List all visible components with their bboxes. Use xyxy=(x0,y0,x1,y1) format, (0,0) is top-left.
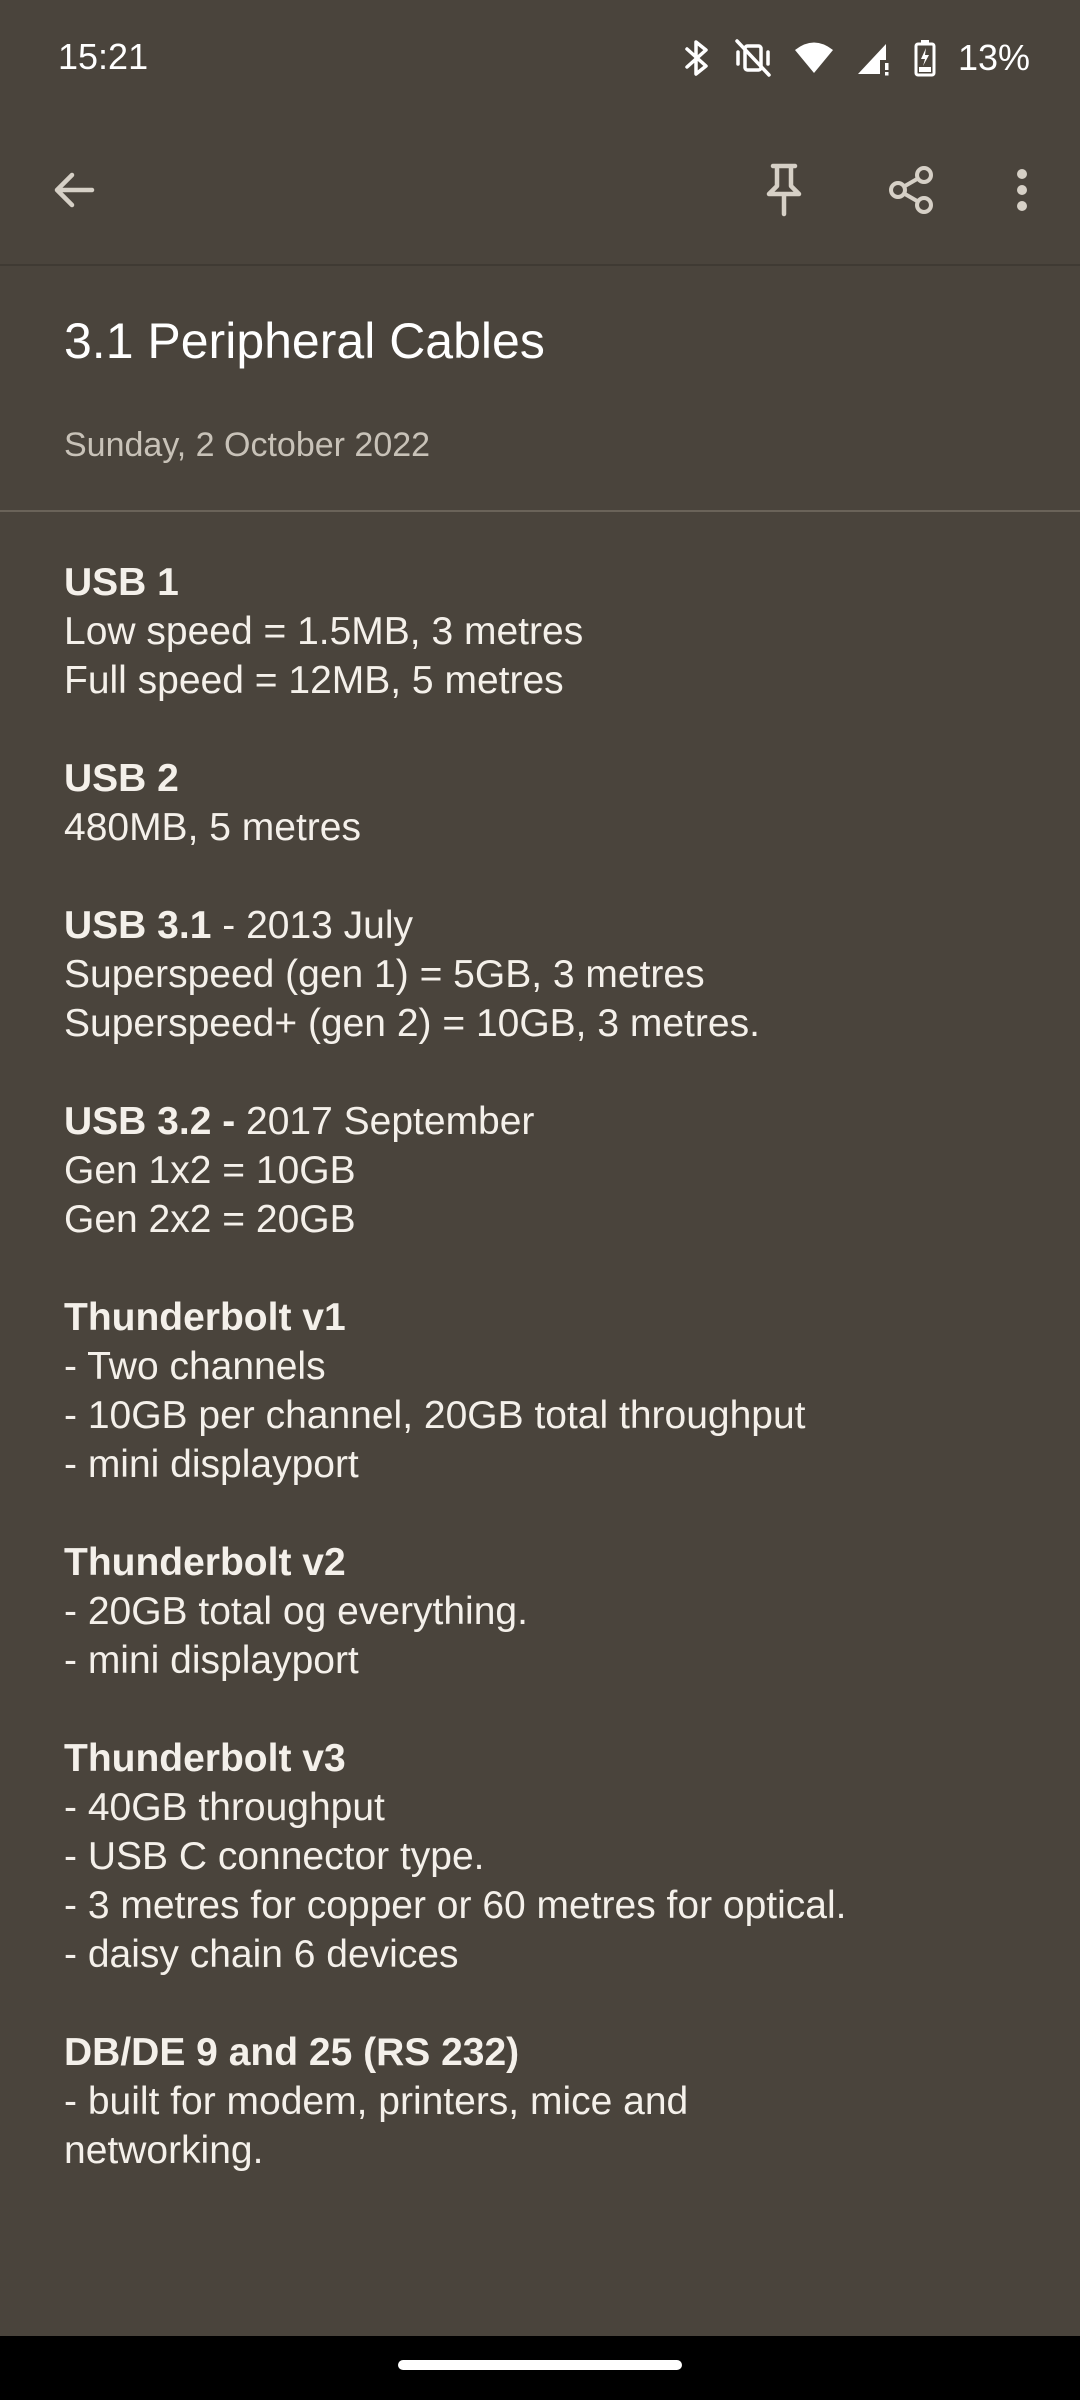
note-line: - daisy chain 6 devices xyxy=(64,1933,459,1976)
section-heading-suffix: - 2013 July xyxy=(211,904,414,947)
note-section: USB 2 480MB, 5 metres xyxy=(64,754,1024,852)
bluetooth-icon xyxy=(682,38,712,78)
note-line: - USB C connector type. xyxy=(64,1835,485,1878)
section-heading: Thunderbolt v1 xyxy=(64,1296,346,1339)
section-heading: Thunderbolt v3 xyxy=(64,1737,346,1780)
note-section: Thunderbolt v3 - 40GB throughput - USB C… xyxy=(64,1734,1024,1979)
note-line: - 20GB total og everything. xyxy=(64,1590,528,1633)
note-line: - 3 metres for copper or 60 metres for o… xyxy=(64,1884,847,1927)
note-line: Superspeed (gen 1) = 5GB, 3 metres xyxy=(64,953,705,996)
note-line: - Two channels xyxy=(64,1345,326,1388)
status-icons: 13% xyxy=(682,36,1030,80)
top-app-bar xyxy=(0,120,1080,264)
note-line: 480MB, 5 metres xyxy=(64,806,361,849)
more-vert-icon xyxy=(1014,166,1030,219)
status-time: 15:21 xyxy=(58,36,149,77)
section-heading: USB 1 xyxy=(64,561,179,604)
section-heading: DB/DE 9 and 25 (RS 232) xyxy=(64,2031,520,2074)
share-button[interactable] xyxy=(875,156,947,228)
note-title[interactable]: 3.1 Peripheral Cables xyxy=(64,312,545,370)
wifi-icon xyxy=(794,41,834,75)
mute-vibrate-icon xyxy=(734,38,772,78)
note-line: Low speed = 1.5MB, 3 metres xyxy=(64,610,584,653)
battery-percentage: 13% xyxy=(957,37,1030,78)
section-heading: Thunderbolt v2 xyxy=(64,1541,346,1584)
pin-icon xyxy=(760,162,808,223)
back-button[interactable] xyxy=(38,156,110,228)
note-line: Gen 2x2 = 20GB xyxy=(64,1198,356,1241)
note-line: - 40GB throughput xyxy=(64,1786,385,1829)
note-section: Thunderbolt v1 - Two channels - 10GB per… xyxy=(64,1293,1024,1489)
signal-icon xyxy=(856,40,892,76)
arrow-left-icon xyxy=(50,166,98,219)
note-line: - mini displayport xyxy=(64,1639,359,1682)
note-line: - built for modem, printers, mice and ne… xyxy=(64,2080,689,2172)
more-options-button[interactable] xyxy=(986,156,1058,228)
note-line: Gen 1x2 = 10GB xyxy=(64,1149,356,1192)
share-icon xyxy=(885,164,937,221)
note-line: Superspeed+ (gen 2) = 10GB, 3 metres. xyxy=(64,1002,760,1045)
header-divider xyxy=(0,510,1080,512)
note-section: DB/DE 9 and 25 (RS 232) - built for mode… xyxy=(64,2028,1024,2175)
note-date: Sunday, 2 October 2022 xyxy=(64,426,431,464)
note-body[interactable]: USB 1 Low speed = 1.5MB, 3 metres Full s… xyxy=(64,558,1024,2224)
section-heading: USB 2 xyxy=(64,757,179,800)
note-section: USB 1 Low speed = 1.5MB, 3 metres Full s… xyxy=(64,558,1024,705)
status-bar: 15:21 13% xyxy=(0,0,1080,120)
note-line: - mini displayport xyxy=(64,1443,359,1486)
battery-charging-icon xyxy=(914,39,936,77)
pin-button[interactable] xyxy=(748,156,820,228)
toolbar-divider xyxy=(0,264,1080,266)
note-line: Full speed = 12MB, 5 metres xyxy=(64,659,564,702)
note-section: USB 3.2 - 2017 September Gen 1x2 = 10GB … xyxy=(64,1097,1024,1244)
note-section: USB 3.1 - 2013 July Superspeed (gen 1) =… xyxy=(64,901,1024,1048)
home-gesture-handle[interactable] xyxy=(398,2360,682,2370)
section-heading: USB 3.2 - xyxy=(64,1100,236,1143)
note-line: - 10GB per channel, 20GB total throughpu… xyxy=(64,1394,806,1437)
section-heading: USB 3.1 xyxy=(64,904,212,947)
note-section: Thunderbolt v2 - 20GB total og everythin… xyxy=(64,1538,1024,1685)
section-heading-suffix: 2017 September xyxy=(235,1100,535,1143)
